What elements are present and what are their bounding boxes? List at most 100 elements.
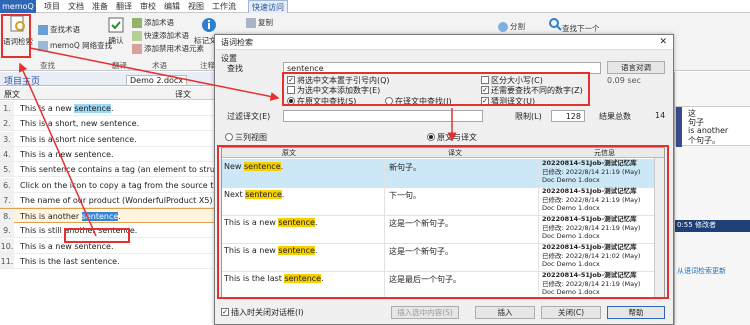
result-doc: Doc Demo 1.docx xyxy=(542,260,600,268)
opt-in-source[interactable]: 在原文中查找(S) xyxy=(287,96,356,107)
tab-quick-access[interactable]: 快速访问 xyxy=(248,0,288,13)
close-button[interactable]: 关闭(C) xyxy=(541,306,601,319)
col-target-header[interactable]: 译文 xyxy=(448,148,462,158)
checkbox-quotes[interactable]: ✓ xyxy=(287,75,295,84)
checkbox-case[interactable] xyxy=(481,75,489,84)
segment-source-text: Click on the icon to copy a tag from the… xyxy=(20,178,218,193)
tab-document[interactable]: 文档 xyxy=(68,0,84,13)
results-scrollbar[interactable] xyxy=(654,158,664,298)
col-meta-header[interactable]: 元信息 xyxy=(594,148,615,158)
result-source-pre: This is the last xyxy=(224,274,285,283)
filter-target-input[interactable] xyxy=(283,110,483,122)
view-original[interactable]: 原文与译文 xyxy=(427,132,477,143)
radio-three-col[interactable] xyxy=(225,132,233,141)
checkbox-guess[interactable]: ✓ xyxy=(481,96,489,105)
tab-edit[interactable]: 编辑 xyxy=(164,0,180,13)
result-modified: 已修改: 2022/8/14 21:19 (May) xyxy=(542,167,641,176)
group-terms-label: 术语 xyxy=(152,61,167,70)
segment-row[interactable]: 8. This is another sentence. xyxy=(0,208,218,224)
insert-button[interactable]: 插入 xyxy=(475,306,535,319)
total-value: 14 xyxy=(655,111,666,120)
result-target: 下一句。 xyxy=(384,187,534,216)
segment-row[interactable]: 9. This is still another sentence. xyxy=(0,223,218,239)
segment-text-pre: This is a new xyxy=(20,104,75,113)
insert-selection-button[interactable]: 插入选中内容(S) xyxy=(391,306,459,319)
result-target: 这是一个新句子。 xyxy=(384,215,534,244)
result-doc: Doc Demo 1.docx xyxy=(542,232,600,240)
confirm-icon xyxy=(108,17,124,33)
radio-in-target[interactable] xyxy=(385,96,393,105)
segment-source-text: This is the last sentence. xyxy=(20,254,218,269)
copy-button[interactable]: 复制 xyxy=(246,17,273,28)
segment-text-pre: The name of our product (WonderfulProduc… xyxy=(20,195,218,205)
help-button[interactable]: 帮助 xyxy=(607,306,665,319)
radio-in-source[interactable] xyxy=(287,96,295,105)
col-source-header[interactable]: 原文 xyxy=(282,148,296,158)
segment-row[interactable]: 5. This sentence contains a tag (an eleme… xyxy=(0,162,218,178)
swap-language-button[interactable]: 语言对调 xyxy=(607,61,665,74)
tab-view[interactable]: 视图 xyxy=(188,0,204,13)
checkbox-diff-numbers[interactable]: ✓ xyxy=(481,85,489,94)
result-modified: 已修改: 2022/8/14 21:19 (May) xyxy=(542,195,641,204)
update-from-concordance-link[interactable]: 从语词检索更新 xyxy=(677,266,726,276)
close-icon[interactable]: ✕ xyxy=(659,37,667,47)
segment-source-text: This is a short, new sentence. xyxy=(20,116,218,131)
opt-numbers[interactable]: 为选中文本添加数字(E) xyxy=(287,85,380,96)
opt-in-target-label: 在译文中查找(I) xyxy=(395,97,452,106)
limit-input[interactable]: 128 xyxy=(551,110,585,122)
result-row[interactable]: This is a new sentence. 这是一个新句子。 20220814-… xyxy=(222,215,664,244)
search-input[interactable]: sentence xyxy=(283,62,601,74)
segment-text-pre: This is the last sentence. xyxy=(20,257,120,266)
project-home-tab[interactable]: 项目主页 xyxy=(4,74,40,87)
result-source: This is a new sentence. xyxy=(224,215,382,244)
results-header: 原文 译文 元信息 xyxy=(222,148,664,158)
tab-project[interactable]: 项目 xyxy=(44,0,60,13)
segment-row[interactable]: 2. This is a short, new sentence. xyxy=(0,116,218,132)
status-bar: 0:55 修改者 xyxy=(675,220,750,232)
search-icon xyxy=(549,18,562,31)
limit-label: 限制(L) xyxy=(515,112,542,121)
result-row[interactable]: Next sentence. 下一句。 20220814-51Job-测试记忆库 已修… xyxy=(222,187,664,216)
segment-number: 6. xyxy=(0,177,14,192)
result-row[interactable]: This is a new sentence. 这是一个新句子。 20220814-… xyxy=(222,243,664,272)
result-row[interactable]: New sentence. 新句子。 20220814-51Job-测试记忆库 已修改… xyxy=(222,159,664,188)
segment-number: 10. xyxy=(0,238,14,253)
segment-row[interactable]: 4. This is a new sentence. xyxy=(0,146,218,162)
segment-source-text: This sentence contains a tag (an element… xyxy=(20,162,218,177)
checkbox-numbers[interactable] xyxy=(287,85,295,94)
radio-original[interactable] xyxy=(427,132,435,141)
result-row[interactable]: This is the last sentence. 这是最后一个句子。 20220… xyxy=(222,271,664,300)
segment-row[interactable]: 6. Click on the icon to copy a tag from t… xyxy=(0,177,218,193)
web-search-button[interactable]: memoQ 网络查找 xyxy=(38,40,112,51)
quick-add-term-button[interactable]: 快速添加术语 xyxy=(132,30,189,41)
add-term-button[interactable]: 添加术语 xyxy=(132,17,174,28)
find-term-label: 查找术语 xyxy=(50,25,80,34)
segment-row[interactable]: 1. This is a new sentence. xyxy=(0,101,218,116)
concordance-button[interactable]: 语词检索 xyxy=(3,14,33,54)
opt-diff-numbers[interactable]: ✓ 还需要查找不同的数字(Z) xyxy=(481,85,583,96)
tab-prepare[interactable]: 准备 xyxy=(92,0,108,13)
find-next-button[interactable]: 查找下一个 xyxy=(548,17,600,34)
opt-guess[interactable]: ✓ 猜测译文(U) xyxy=(481,96,535,107)
confirm-button[interactable]: 确认 xyxy=(108,17,124,46)
segment-row[interactable]: 11. This is the last sentence. xyxy=(0,254,218,269)
doc-tab[interactable]: Demo 2.docx xyxy=(126,75,188,86)
tab-review[interactable]: 审校 xyxy=(140,0,156,13)
segment-row[interactable]: 10. This is a new sentence. xyxy=(0,238,218,254)
split-button[interactable]: 分割 xyxy=(498,21,525,32)
segment-row[interactable]: 7. The name of our product (WonderfulProd… xyxy=(0,192,218,208)
insert-on-close[interactable]: ✓ 插入时关闭对话框(I) xyxy=(221,307,304,318)
view-three-col[interactable]: 三列视图 xyxy=(225,132,267,143)
segment-source-text: This is a new sentence. xyxy=(20,239,218,254)
search-label: 查找 xyxy=(227,64,243,73)
result-tm-name: 20220814-51Job-测试记忆库 xyxy=(542,215,637,223)
opt-in-target[interactable]: 在译文中查找(I) xyxy=(385,96,452,107)
tab-translate[interactable]: 翻译 xyxy=(116,0,132,13)
insert-on-close-label: 插入时关闭对话框(I) xyxy=(231,308,304,317)
find-term-button[interactable]: 查找术语 xyxy=(38,24,80,35)
app-menu-button[interactable]: memoQ xyxy=(0,0,36,13)
tab-workflow[interactable]: 工作流 xyxy=(212,0,236,13)
segment-row[interactable]: 3. This is a short nice sentence. xyxy=(0,131,218,147)
checkbox-insert-on-close[interactable]: ✓ xyxy=(221,307,229,316)
split-label: 分割 xyxy=(510,22,525,31)
